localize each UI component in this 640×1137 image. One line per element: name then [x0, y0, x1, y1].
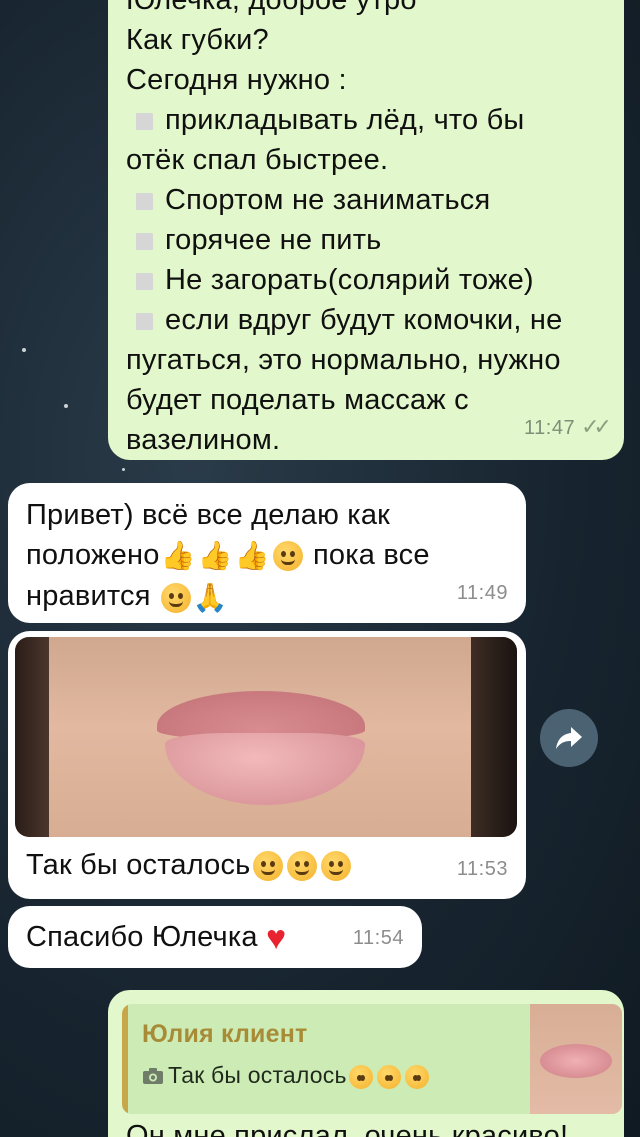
message-time: 11:53: [456, 858, 508, 880]
lips-photo[interactable]: [15, 637, 517, 837]
message-line: горячее не пить: [165, 224, 382, 256]
bullet-square-icon: [136, 272, 153, 290]
message-line: Как губки?: [126, 24, 269, 56]
list-item: прикладывать лёд, что бы: [126, 100, 606, 140]
incoming-photo-message[interactable]: Так бы осталось 11:53: [8, 631, 526, 899]
message-time: 11:54: [352, 927, 404, 949]
incoming-message[interactable]: Привет) всё все делаю как положено👍👍👍 по…: [8, 483, 526, 623]
folded-hands-icon: 🙏: [192, 581, 228, 613]
rofl-face-icon: [252, 851, 283, 882]
bullet-square-icon: [136, 232, 153, 250]
share-arrow-icon: [556, 727, 582, 749]
message-meta: 11:47 ✓✓: [524, 407, 612, 448]
thumbs-up-icon: 👍: [234, 540, 270, 572]
rofl-face-icon: [404, 1064, 429, 1089]
quoted-reply[interactable]: Юлия клиент Так бы осталось: [122, 1004, 622, 1114]
message-time: 11:49: [456, 582, 508, 604]
message-line: пугаться, это нормально, нужно: [126, 344, 561, 376]
message-line: отёк спал быстрее.: [126, 144, 389, 176]
list-item: Спортом не заниматься: [126, 180, 606, 220]
message-time: 11:47: [524, 417, 576, 439]
message-line: положено👍👍👍 пока все: [26, 535, 508, 576]
heart-icon: ♥: [265, 919, 287, 958]
bullet-square-icon: [136, 312, 153, 330]
double-check-icon: ✓✓: [581, 414, 612, 439]
reply-photo-thumbnail: [530, 1004, 622, 1114]
message-text: Спасибо Юлечка: [26, 921, 258, 953]
reply-author: Юлия клиент: [142, 1020, 308, 1048]
rofl-face-icon: [348, 1064, 373, 1089]
message-line: нравится 🙏: [26, 576, 508, 617]
message-text: нравится: [26, 580, 151, 613]
photo-caption: Так бы осталось: [26, 845, 353, 885]
thumbs-up-icon: 👍: [160, 540, 196, 572]
list-item: если вдруг будут комочки, не: [126, 300, 606, 340]
message-line: Привет) всё все делаю как: [26, 499, 391, 531]
message-line: прикладывать лёд, что бы: [165, 104, 525, 136]
background-star: [22, 348, 26, 352]
message-line: Спортом не заниматься: [165, 184, 491, 216]
message-text: Он мне прислал, очень красиво!: [126, 1120, 569, 1137]
list-item: Не загорать(солярий тоже): [126, 260, 606, 300]
message-line: Не загорать(солярий тоже): [165, 264, 534, 296]
outgoing-reply-message[interactable]: Юлия клиент Так бы осталось Он мне присл…: [108, 990, 624, 1137]
thumbs-up-icon: 👍: [197, 540, 233, 572]
message-line: Сегодня нужно :: [126, 64, 347, 96]
bullet-square-icon: [136, 192, 153, 210]
message-text: положено: [26, 539, 160, 571]
list-item: горячее не пить: [126, 220, 606, 260]
rofl-face-icon: [376, 1064, 401, 1089]
message-text: пока все: [313, 539, 430, 571]
rofl-face-icon: [286, 851, 317, 882]
message-line: Юлечка, доброе утро: [126, 0, 417, 16]
background-star: [64, 404, 68, 408]
incoming-message[interactable]: Спасибо Юлечка ♥ 11:54: [8, 906, 422, 968]
background-star: [122, 468, 125, 471]
message-text: Так бы осталось: [26, 849, 251, 881]
reply-accent-bar: [122, 1004, 128, 1114]
winking-face-icon: [272, 541, 303, 572]
smiling-face-icon: [160, 582, 191, 613]
camera-icon: [143, 1068, 163, 1084]
outgoing-message[interactable]: Юлечка, доброе утро Как губки? Сегодня н…: [108, 0, 624, 460]
forward-button[interactable]: [540, 709, 598, 767]
reply-preview: Так бы осталось: [142, 1060, 431, 1090]
reply-text: Так бы осталось: [168, 1062, 347, 1088]
message-line: если вдруг будут комочки, не: [165, 304, 563, 336]
bullet-square-icon: [136, 112, 153, 130]
rofl-face-icon: [320, 851, 351, 882]
